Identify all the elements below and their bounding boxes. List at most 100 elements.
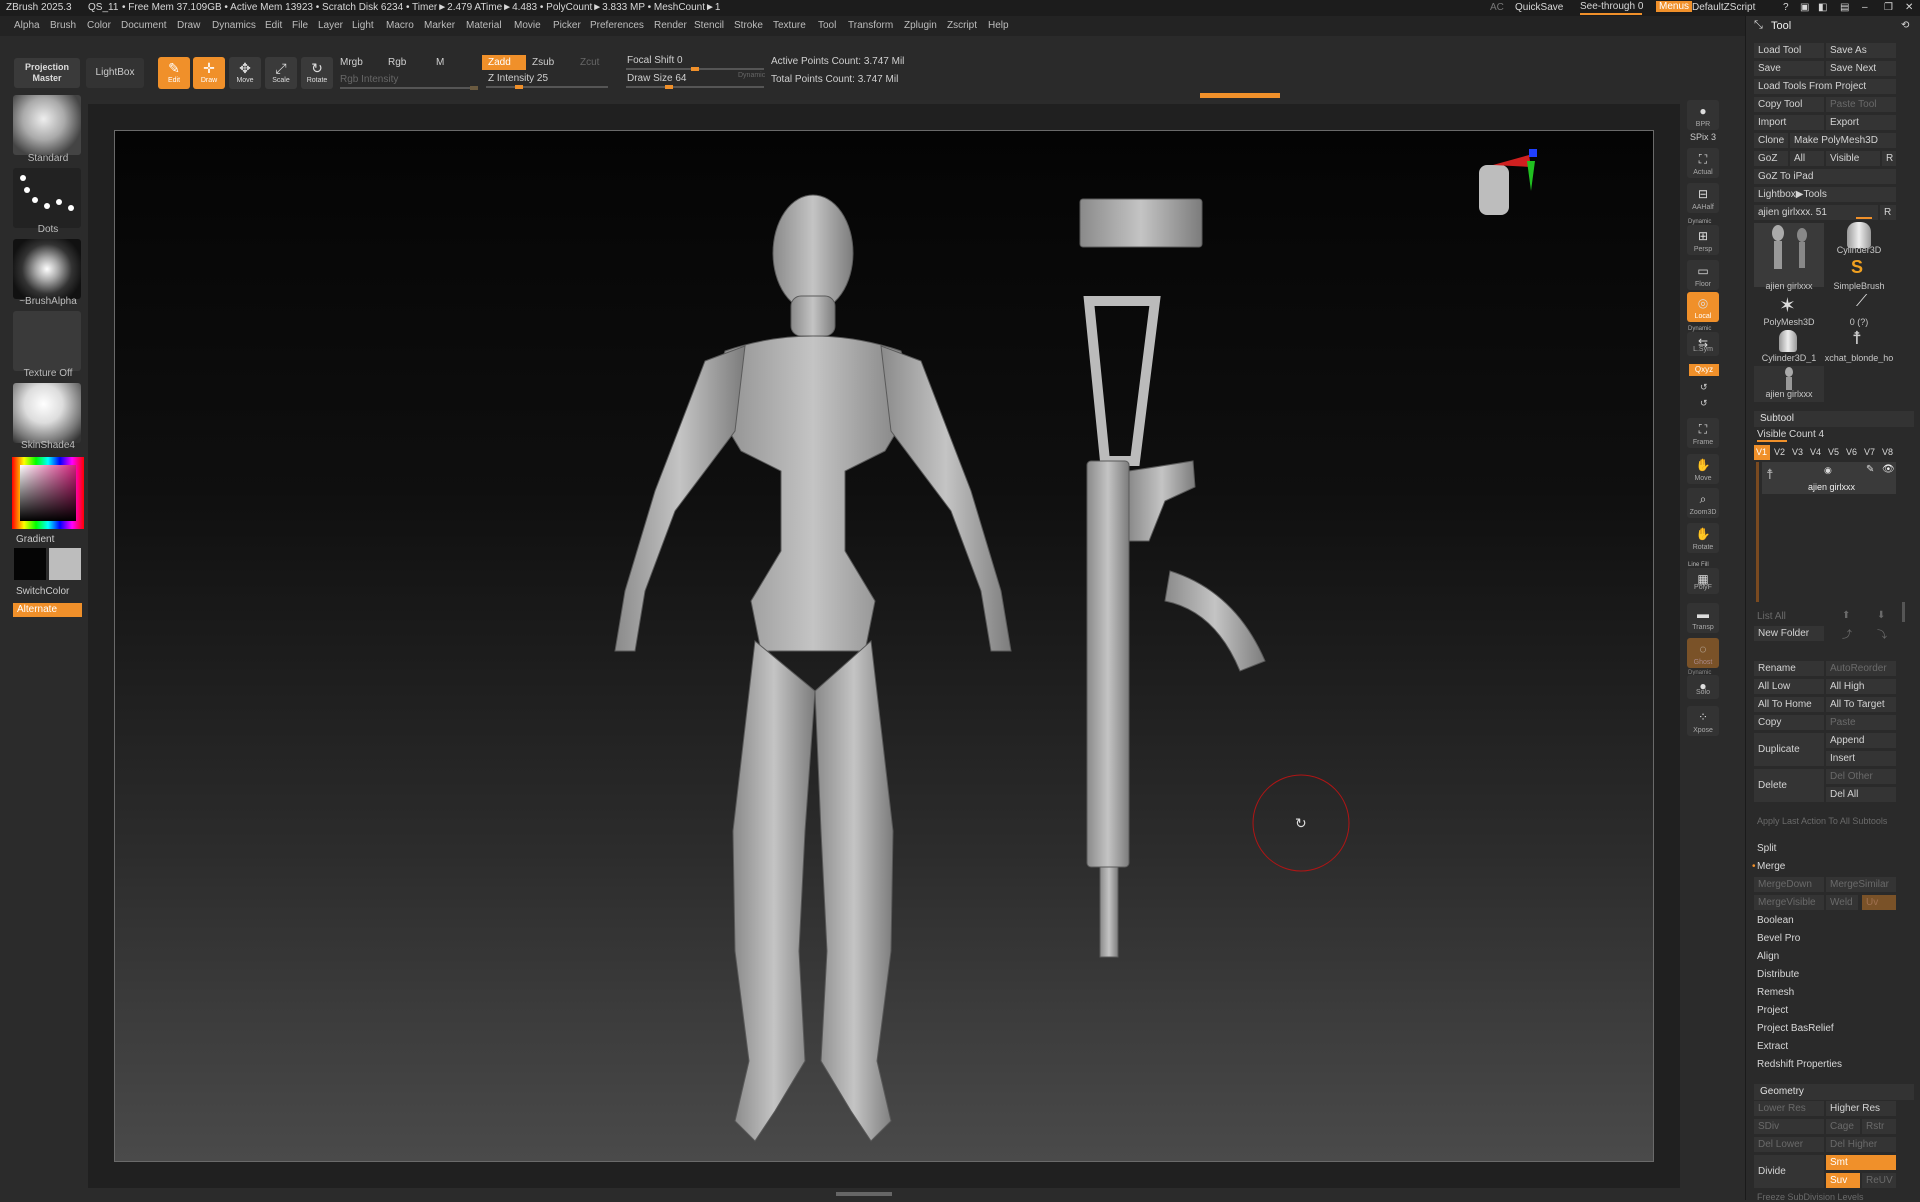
menu-light[interactable]: Light [352, 20, 374, 31]
merge-section[interactable]: Merge [1757, 861, 1785, 872]
close-icon[interactable]: ✕ [1905, 2, 1913, 13]
v1-tab[interactable]: V1 [1754, 445, 1770, 460]
apply-last-action-button[interactable]: Apply Last Action To All Subtools [1757, 816, 1887, 826]
insert-button[interactable]: Insert [1826, 751, 1896, 766]
rotate-z-icon[interactable]: ↺ [1700, 398, 1708, 409]
panel-toggle-icon[interactable]: ▤ [1840, 2, 1849, 13]
delete-button[interactable]: Delete [1754, 769, 1824, 802]
tool-thumb-ajien-girl[interactable] [1754, 223, 1824, 287]
gradient-label[interactable]: Gradient [16, 534, 54, 545]
subtool-brush-icon[interactable]: ✎ [1866, 464, 1874, 475]
goz-r-button[interactable]: R [1882, 151, 1896, 166]
bevel-pro-section[interactable]: Bevel Pro [1757, 933, 1800, 944]
copy-subtool-button[interactable]: Copy [1754, 715, 1824, 730]
remesh-section[interactable]: Remesh [1757, 987, 1794, 998]
draw-button[interactable]: ✛ Draw [193, 57, 225, 89]
move-down-icon[interactable]: ⬇ [1877, 610, 1885, 621]
menu-stroke[interactable]: Stroke [734, 20, 763, 31]
rgb-toggle[interactable]: Rgb [388, 57, 406, 68]
rotate-view-button[interactable]: ✋ Rotate [1687, 523, 1719, 553]
zsub-toggle[interactable]: Zsub [526, 55, 570, 70]
menus-toggle[interactable]: Menus [1656, 1, 1693, 12]
seethrough-slider[interactable]: See-through 0 [1580, 1, 1643, 15]
goz-button[interactable]: GoZ [1754, 151, 1788, 166]
menu-color[interactable]: Color [87, 20, 111, 31]
zcut-toggle[interactable]: Zcut [574, 55, 608, 70]
menu-movie[interactable]: Movie [514, 20, 541, 31]
merge-similar-button[interactable]: MergeSimilar [1826, 877, 1896, 892]
save-next-button[interactable]: Save Next [1826, 61, 1896, 76]
menu-preferences[interactable]: Preferences [590, 20, 644, 31]
smt-toggle[interactable]: Smt [1826, 1155, 1896, 1170]
v2-tab[interactable]: V2 [1774, 447, 1785, 457]
menu-document[interactable]: Document [121, 20, 167, 31]
menu-zplugin[interactable]: Zplugin [904, 20, 937, 31]
menu-transform[interactable]: Transform [848, 20, 893, 31]
subtool-toggle-icon[interactable]: ◉ [1824, 465, 1832, 476]
xyz-toggle[interactable]: Qxyz [1689, 364, 1719, 376]
rotate-y-icon[interactable]: ↺ [1700, 382, 1708, 393]
merge-down-button[interactable]: MergeDown [1754, 877, 1824, 892]
del-lower-button[interactable]: Del Lower [1754, 1137, 1824, 1152]
del-other-button[interactable]: Del Other [1826, 769, 1896, 784]
transp-button[interactable]: ▬ Transp [1687, 603, 1719, 633]
brush-alpha-thumb[interactable] [13, 239, 81, 299]
floor-button[interactable]: ▭ Floor [1687, 260, 1719, 290]
menu-render[interactable]: Render [654, 20, 687, 31]
lower-res-button[interactable]: Lower Res [1754, 1101, 1824, 1116]
redshift-properties-section[interactable]: Redshift Properties [1757, 1059, 1842, 1070]
load-tool-button[interactable]: Load Tool [1754, 43, 1824, 58]
focal-shift-slider[interactable] [626, 67, 764, 71]
unknown-tool-icon[interactable]: ⟋ [1856, 293, 1867, 311]
divide-button[interactable]: Divide [1754, 1155, 1824, 1188]
all-to-target-button[interactable]: All To Target [1826, 697, 1896, 712]
new-folder-button[interactable]: New Folder [1754, 626, 1824, 641]
layout-icon[interactable]: ▣ [1800, 2, 1809, 13]
subtool-header[interactable]: Subtool [1754, 411, 1914, 427]
tool-r-button[interactable]: R [1880, 205, 1896, 220]
subtool-panel-scroll[interactable] [1902, 602, 1905, 622]
restore-icon[interactable]: ❐ [1884, 2, 1893, 13]
local-button[interactable]: ◎ Local [1687, 292, 1719, 322]
ghost-button[interactable]: ◌ Ghost [1687, 638, 1719, 668]
boolean-section[interactable]: Boolean [1757, 915, 1794, 926]
v5-tab[interactable]: V5 [1828, 447, 1839, 457]
merge-visible-button[interactable]: MergeVisible [1754, 895, 1824, 910]
minimize-icon[interactable]: – [1862, 2, 1868, 13]
folder-down-icon[interactable]: ⤵ [1877, 626, 1887, 641]
projection-master-button[interactable]: Projection Master [14, 58, 80, 88]
menu-dynamics[interactable]: Dynamics [212, 20, 256, 31]
paste-subtool-button[interactable]: Paste [1826, 715, 1896, 730]
v7-tab[interactable]: V7 [1864, 447, 1875, 457]
alternate-toggle[interactable]: Alternate [13, 603, 82, 617]
canvas-viewport[interactable]: ↻ [114, 130, 1654, 1162]
xchat-figure-icon[interactable]: ☨ [1852, 328, 1862, 349]
suv-toggle[interactable]: Suv [1826, 1173, 1860, 1188]
copy-tool-button[interactable]: Copy Tool [1754, 97, 1824, 112]
color-picker[interactable] [12, 457, 84, 529]
subtool-eye-icon[interactable]: 👁 [1882, 464, 1895, 475]
weld-button[interactable]: Weld [1826, 895, 1858, 910]
rotate-button[interactable]: ↻ Rotate [301, 57, 333, 89]
export-button[interactable]: Export [1826, 115, 1896, 130]
v3-tab[interactable]: V3 [1792, 447, 1803, 457]
solo-button[interactable]: ● Solo [1687, 675, 1719, 699]
menu-edit[interactable]: Edit [265, 20, 282, 31]
frame-button[interactable]: ⛶ Frame [1687, 418, 1719, 448]
split-section[interactable]: Split [1757, 843, 1776, 854]
menu-macro[interactable]: Macro [386, 20, 414, 31]
color-square[interactable] [20, 465, 76, 521]
lightbox-tools-button[interactable]: Lightbox▶Tools [1754, 187, 1896, 202]
project-section[interactable]: Project [1757, 1005, 1788, 1016]
menu-tool[interactable]: Tool [818, 20, 836, 31]
move-button[interactable]: ✥ Move [229, 57, 261, 89]
z-intensity-slider[interactable] [486, 85, 608, 89]
bottom-shelf-handle[interactable] [836, 1192, 892, 1196]
del-higher-button[interactable]: Del Higher [1826, 1137, 1896, 1152]
reuv-button[interactable]: ReUV [1862, 1173, 1896, 1188]
project-basrelief-section[interactable]: Project BasRelief [1757, 1023, 1834, 1034]
clone-button[interactable]: Clone [1754, 133, 1788, 148]
goz-visible-button[interactable]: Visible [1826, 151, 1880, 166]
menu-marker[interactable]: Marker [424, 20, 455, 31]
menu-zscript[interactable]: Zscript [947, 20, 977, 31]
